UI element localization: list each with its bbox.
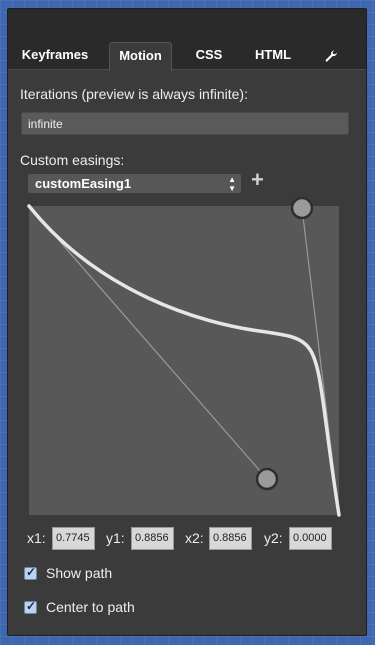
bezier-curve-graph — [27, 196, 341, 517]
y2-label: y2: — [264, 530, 283, 546]
easing-select[interactable]: customEasing1 ▲ ▼ — [28, 174, 241, 193]
checkmark-icon: ✓ — [26, 599, 37, 613]
plus-icon[interactable]: + — [251, 169, 264, 191]
control-point-2-handle[interactable] — [290, 196, 314, 220]
bezier-editor[interactable] — [27, 196, 341, 517]
y1-input[interactable]: 0.8856 — [131, 527, 174, 550]
iterations-input[interactable] — [21, 112, 349, 135]
tab-html[interactable]: HTML — [244, 42, 302, 70]
tab-keyframes[interactable]: Keyframes — [12, 42, 98, 70]
tab-css[interactable]: CSS — [184, 42, 234, 70]
iterations-label: Iterations (preview is always infinite): — [20, 86, 248, 102]
custom-easings-label: Custom easings: — [20, 152, 125, 168]
center-to-path-checkbox[interactable]: ✓ — [24, 599, 37, 614]
easing-curve — [27, 204, 341, 517]
y2-input[interactable]: 0.0000 — [289, 527, 332, 550]
tab-bar: Keyframes Motion CSS HTML — [8, 9, 366, 71]
show-path-checkbox[interactable]: ✓ — [24, 565, 37, 580]
select-arrows-icon: ▲ ▼ — [228, 175, 236, 193]
x1-input[interactable]: 0.7745 — [52, 527, 95, 550]
x2-label: x2: — [185, 530, 204, 546]
x2-input[interactable]: 0.8856 — [209, 527, 252, 550]
center-to-path-label: Center to path — [46, 599, 135, 615]
tab-motion[interactable]: Motion — [109, 42, 172, 71]
show-path-label: Show path — [46, 565, 113, 581]
handle-line-1 — [28, 205, 268, 480]
checkmark-icon: ✓ — [26, 565, 37, 579]
x1-label: x1: — [27, 530, 46, 546]
easing-select-value: customEasing1 — [35, 176, 132, 191]
motion-panel: Keyframes Motion CSS HTML Iterations (pr… — [7, 8, 367, 636]
tab-settings[interactable] — [314, 42, 348, 70]
control-point-1-handle[interactable] — [255, 467, 279, 491]
y1-label: y1: — [106, 530, 125, 546]
wrench-icon — [325, 50, 337, 62]
